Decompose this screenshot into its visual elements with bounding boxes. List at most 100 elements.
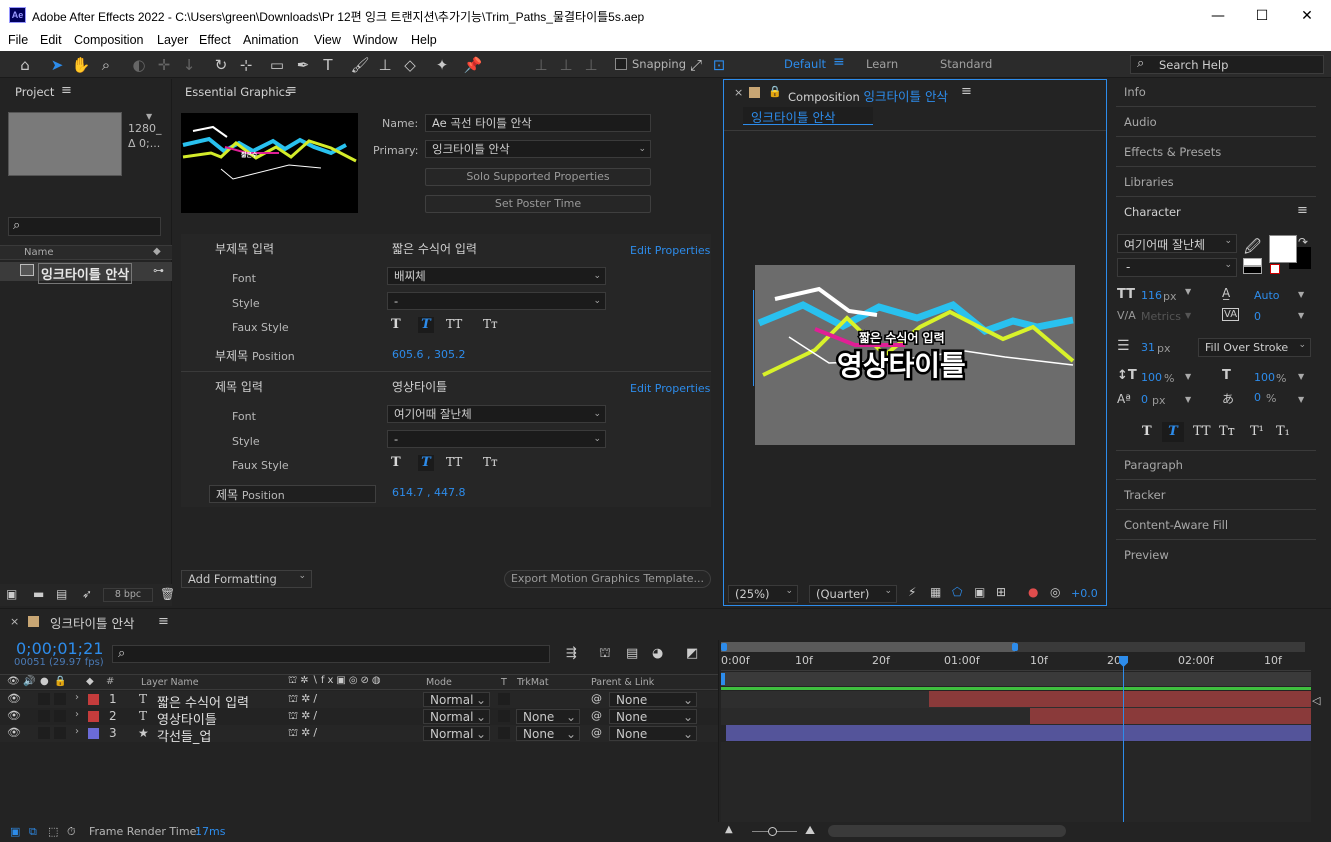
layer-duration-bar[interactable]: [929, 691, 1311, 707]
new-folder-icon[interactable]: ▬: [33, 587, 44, 601]
timeline-layer-row[interactable]: 👁 › 3 ★ 각선들_업 ⛫✲/ Normal ⌄ None ⌄ @ None ⌄: [0, 725, 718, 745]
chevron-down-icon[interactable]: ▼: [1185, 372, 1191, 381]
label-column-icon[interactable]: ◆: [153, 246, 161, 257]
thumb-dropdown-icon[interactable]: ▼: [146, 112, 152, 121]
kerning-value[interactable]: Metrics: [1141, 310, 1181, 323]
home-icon[interactable]: ⌂: [14, 54, 36, 76]
time-navigator-range[interactable]: [721, 642, 1015, 652]
close-panel-icon[interactable]: ×: [10, 615, 19, 628]
export-motion-graphics-template-button[interactable]: Export Motion Graphics Template...: [504, 570, 711, 588]
essential-graphics-menu-icon[interactable]: ≡: [286, 83, 297, 98]
orbit-camera-icon[interactable]: ◐: [128, 54, 150, 76]
chevron-down-icon[interactable]: ▼: [1185, 287, 1191, 296]
timeline-layer-row[interactable]: 👁 › 2 T 영상타이틀 ⛫✲/ Normal ⌄ None ⌄ @ None ⌄: [0, 708, 718, 728]
lock-toggle[interactable]: [54, 693, 66, 705]
menu-layer[interactable]: Layer: [157, 33, 188, 47]
timeline-scrollbar[interactable]: [828, 825, 1066, 837]
template-name-input[interactable]: Ae 곡선 타이틀 안삭: [425, 114, 651, 132]
essential-graphics-title[interactable]: Essential Graphics: [185, 85, 291, 99]
eye-icon[interactable]: 👁: [7, 726, 21, 739]
navigator-start-handle[interactable]: [721, 643, 727, 651]
layer-duration-bar[interactable]: [726, 725, 1311, 741]
font-style-select[interactable]: - ⌄: [1117, 258, 1237, 277]
clone-stamp-icon[interactable]: ⊥: [374, 54, 396, 76]
audio-panel-tab[interactable]: Audio: [1124, 115, 1157, 129]
layer-name-column-header[interactable]: Layer Name: [141, 677, 199, 688]
group2-position-value[interactable]: 614.7 , 447.8: [392, 486, 465, 499]
stroke-width-value[interactable]: 31: [1141, 341, 1155, 354]
workspace-standard[interactable]: Standard: [940, 57, 992, 71]
magnification-select[interactable]: (25%) ⌄: [728, 585, 798, 603]
leading-value[interactable]: Auto: [1254, 289, 1280, 302]
zoom-slider-thumb[interactable]: [768, 827, 777, 836]
menu-window[interactable]: Window: [353, 33, 397, 47]
tracking-value[interactable]: 0: [1254, 310, 1261, 323]
faux-bold-button[interactable]: T: [1142, 424, 1152, 439]
layer-label-color[interactable]: [88, 711, 99, 722]
group2-font-select[interactable]: 여기어때 잘난체 ⌄: [387, 405, 606, 423]
snap-option-icon[interactable]: ⤢: [685, 54, 707, 76]
set-white-icon[interactable]: [1243, 258, 1262, 266]
primary-comp-select[interactable]: 잉크타이틀 안삭 ⌄: [425, 140, 651, 158]
shy-layers-icon[interactable]: ⛫: [599, 646, 611, 663]
group2-edit-properties-link[interactable]: Edit Properties: [630, 382, 710, 395]
exposure-value[interactable]: +0.0: [1071, 587, 1098, 600]
chevron-down-icon[interactable]: ▼: [1298, 395, 1304, 404]
group1-edit-properties-link[interactable]: Edit Properties: [630, 244, 710, 257]
comp-tab[interactable]: 잉크타이틀 안삭: [743, 107, 873, 125]
faux-italic-button[interactable]: T: [1162, 422, 1184, 442]
menu-effect[interactable]: Effect: [199, 33, 231, 47]
blend-mode-select[interactable]: Normal ⌄: [423, 692, 490, 707]
all-caps-button[interactable]: TT: [446, 455, 462, 469]
region-of-interest-icon[interactable]: ▣: [974, 585, 985, 599]
menu-file[interactable]: File: [8, 33, 28, 47]
composition-viewer-canvas[interactable]: 짧은 수식어 입력 영상타이틀: [755, 265, 1075, 445]
preview-panel-tab[interactable]: Preview: [1124, 548, 1169, 562]
eye-icon[interactable]: 👁: [7, 709, 21, 722]
roto-brush-icon[interactable]: ✦: [431, 54, 453, 76]
chevron-down-icon[interactable]: ▼: [1185, 311, 1191, 320]
time-navigator[interactable]: [721, 642, 1305, 652]
work-area-bar[interactable]: [721, 672, 1311, 686]
bpc-button[interactable]: 8 bpc: [103, 588, 153, 602]
faux-italic-button[interactable]: T: [418, 455, 434, 471]
expand-chevron-icon[interactable]: ›: [75, 709, 79, 720]
pan-camera-icon[interactable]: ✛: [153, 54, 175, 76]
menu-animation[interactable]: Animation: [243, 33, 299, 47]
swap-colors-icon[interactable]: ↷: [1298, 235, 1308, 249]
blend-mode-select[interactable]: Normal ⌄: [423, 726, 490, 741]
faux-italic-button[interactable]: T: [418, 317, 434, 333]
font-family-select[interactable]: 여기어때 잘난체 ⌄: [1117, 234, 1237, 253]
timeline-layer-row[interactable]: 👁 › 1 T 짧은 수식어 입력 ⛫✲/ Normal ⌄ @ None ⌄: [0, 691, 718, 711]
set-black-icon[interactable]: [1243, 266, 1262, 274]
workspace-menu-icon[interactable]: ≡: [833, 54, 845, 70]
interpret-footage-icon[interactable]: ▣: [6, 587, 17, 601]
zoom-out-icon[interactable]: ▲: [725, 824, 733, 835]
navigator-end-handle[interactable]: [1012, 643, 1018, 651]
menu-view[interactable]: View: [314, 33, 341, 47]
snapping-checkbox[interactable]: [615, 58, 627, 70]
small-caps-button[interactable]: Tт: [1219, 424, 1235, 439]
transfer-controls-toggle-icon[interactable]: ⧉: [29, 825, 37, 839]
add-formatting-select[interactable]: Add Formatting ⌄: [181, 570, 312, 588]
mask-visibility-icon[interactable]: ⬠: [952, 585, 962, 599]
parent-select[interactable]: None ⌄: [609, 692, 697, 707]
character-menu-icon[interactable]: ≡: [1297, 203, 1308, 218]
selection-tool-icon[interactable]: ➤: [46, 54, 68, 76]
effects-presets-panel-tab[interactable]: Effects & Presets: [1124, 145, 1221, 159]
layer-label-color[interactable]: [88, 728, 99, 739]
solo-toggle[interactable]: [38, 710, 50, 722]
graph-editor-icon[interactable]: ◩: [686, 646, 698, 661]
layer-name[interactable]: 각선들_업: [157, 726, 211, 745]
layer-switches[interactable]: ⛫✲/: [288, 692, 320, 707]
lock-toggle[interactable]: [54, 710, 66, 722]
comp-button-icon[interactable]: ◁: [1312, 694, 1320, 707]
composition-menu-icon[interactable]: ≡: [961, 84, 972, 99]
rectangle-tool-icon[interactable]: ▭: [266, 54, 288, 76]
solo-toggle[interactable]: [38, 727, 50, 739]
preserve-transparency-toggle[interactable]: [498, 727, 510, 739]
anchor-tool-icon[interactable]: ⊹: [235, 54, 257, 76]
lock-icon[interactable]: 🔒: [768, 85, 782, 98]
eraser-tool-icon[interactable]: ◇: [399, 54, 421, 76]
superscript-button[interactable]: T¹: [1250, 424, 1264, 439]
